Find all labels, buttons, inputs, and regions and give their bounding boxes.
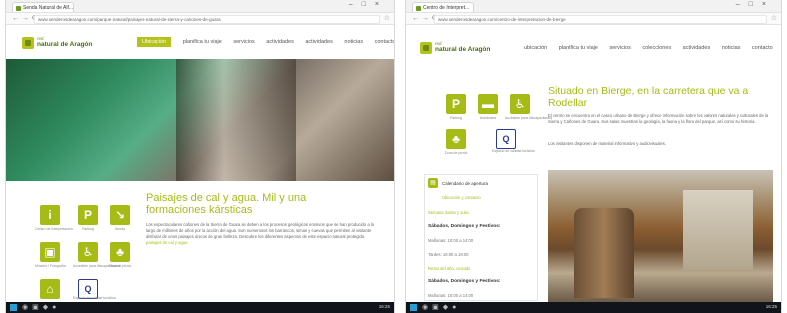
site-header: red natural de Aragón Ubicación planific… [6,25,394,59]
rest-of-year-link[interactable]: Resto del año, cerrado [428,266,470,271]
wheelchair-icon: ♿ [510,94,530,114]
url-field[interactable]: www.senderosdearagon.com/centro-de-inter… [434,15,767,24]
address-bar: ←→⟳ www.senderosdearagon.com/parque-natu… [6,13,394,25]
menu-item-contacto[interactable]: contacto [375,39,394,45]
title-bar: Senda Natural de Alf... –□× [6,0,394,13]
menu-item-actividades-2[interactable]: actividades [305,39,333,45]
bus-icon: ▬ [478,94,498,114]
address-bar: ←→⟳ www.senderosdearagon.com/centro-de-i… [406,13,781,25]
menu-item-ubicacion[interactable]: ubicación [524,45,547,51]
tab-title: Centro de Interpret... [423,5,470,11]
logo-line2: natural de Aragón [435,46,491,53]
picnic-icon: ♣ [446,129,466,149]
quality-q-icon: Q [496,129,516,149]
weekend-hours-label-2: Sábados, Domingos y Festivos: [428,279,501,284]
menu-item-planifica[interactable]: planifica tu viaje [559,45,598,51]
house-icon: ⌂ [40,279,60,299]
windows-start-icon[interactable] [10,304,17,311]
page-headline: Paisajes de cal y agua. Mil y una formac… [146,192,307,216]
logo-mark-icon [420,42,432,54]
morning-hours-2: Mañanas: 10:00 a 14:00 [428,293,474,298]
wheelchair-icon: ♿ [78,242,98,262]
logo-mark-icon [22,37,34,49]
taskbar-clock: 16:25 [378,304,390,309]
bookmark-star-icon[interactable]: ☆ [384,14,390,22]
icon-caption: Zona de picnic [444,151,468,155]
menu-item-actividades[interactable]: actividades [266,39,294,45]
menu-item-noticias[interactable]: noticias [722,45,741,51]
right-browser-window: Centro de Interpret... –□× ←→⟳ www.sende… [406,0,781,313]
icon-caption: Autobuses [479,116,497,120]
bookmark-star-icon[interactable]: ☆ [771,14,777,22]
url-field[interactable]: www.senderosdearagon.com/parque-natural/… [34,15,380,24]
morning-hours: Mañanas: 10:00 a 14:00 [428,238,474,243]
main-menu: ubicación planifica tu viaje servicios c… [524,45,781,51]
taskbar-apps-icon[interactable]: ◉▣◆● [22,303,60,311]
window-controls[interactable]: –□× [736,1,775,8]
calendar-icon: ▤ [428,178,438,188]
location-link[interactable]: Ubicación y contacto [442,195,481,200]
taskbar: ◉▣◆● 16:25 [6,302,394,313]
menu-item-ubicacion[interactable]: Ubicación [137,37,172,47]
tab-title: Senda Natural de Alf... [23,5,74,11]
menu-item-colecciones[interactable]: colecciones [642,45,671,51]
taskbar-clock: 16:25 [765,304,777,309]
taskbar: ◉▣◆● 16:25 [406,302,781,313]
weekend-hours-label: Sábados, Domingos y Festivos: [428,224,501,229]
info-icon: i [40,205,60,225]
icon-caption: Senda [114,227,126,231]
parking-icon: P [446,94,466,114]
icon-caption: Mirador / Fotografía [35,264,66,268]
menu-item-actividades[interactable]: actividades [683,45,711,51]
main-menu: Ubicación planifica tu viaje servicios a… [137,37,394,47]
browser-tab[interactable]: Centro de Interpret... [412,2,474,12]
menu-item-servicios[interactable]: servicios [233,39,254,45]
icon-caption: Parking [450,116,462,120]
favicon-icon [416,6,421,11]
hero-image [6,59,394,181]
windows-start-icon[interactable] [410,304,417,311]
intro-paragraph: El centro se encuentra en el casco urban… [548,113,769,124]
menu-item-noticias[interactable]: noticias [344,39,363,45]
parking-icon: P [78,205,98,225]
season-link[interactable]: Semana Santa y Julio [428,210,469,215]
icon-caption: Espacio de calidad turística [492,149,535,153]
icon-caption: Parking [82,227,94,231]
museum-photo [548,170,773,302]
site-header: red natural de Aragón ubicación planific… [406,25,781,59]
window-controls[interactable]: –□× [349,1,388,8]
page-headline: Situado en Bierge, en la carretera que v… [548,85,749,109]
browser-tab[interactable]: Senda Natural de Alf... [12,2,74,12]
icon-caption: Centro de Interpretación [35,227,73,231]
logo-line2: natural de Aragón [37,41,93,48]
hiking-icon: ↘ [110,205,130,225]
second-paragraph: Los visitantes disponen de material info… [548,141,667,146]
title-bar: Centro de Interpret... –□× [406,0,781,13]
icon-caption: Accesible para discapacitados [505,116,553,120]
opening-hours-title: Calendario de apertura [442,181,489,186]
menu-item-planifica[interactable]: planifica tu viaje [183,39,222,45]
icon-caption: Accesible para discapacitados [73,264,121,268]
icon-caption: Espacio de calidad turística [73,296,116,300]
afternoon-hours: Tardes: 16:00 a 19:00 [428,252,469,257]
intro-highlight: paisajes de cal y agua [146,240,188,245]
intro-paragraph: Los espectaculares cañones de la Sierra … [146,222,381,288]
icon-caption: Zona de picnic [108,264,132,268]
menu-item-servicios[interactable]: servicios [609,45,630,51]
taskbar-apps-icon[interactable]: ◉▣◆● [422,303,460,311]
left-browser-window: Senda Natural de Alf... –□× ←→⟳ www.send… [6,0,394,313]
camera-icon: ▣ [40,242,60,262]
picnic-icon: ♣ [110,242,130,262]
menu-item-contacto[interactable]: contacto [752,45,773,51]
intro-text: Los espectaculares cañones de la Sierra … [146,222,375,239]
favicon-icon [16,6,21,11]
